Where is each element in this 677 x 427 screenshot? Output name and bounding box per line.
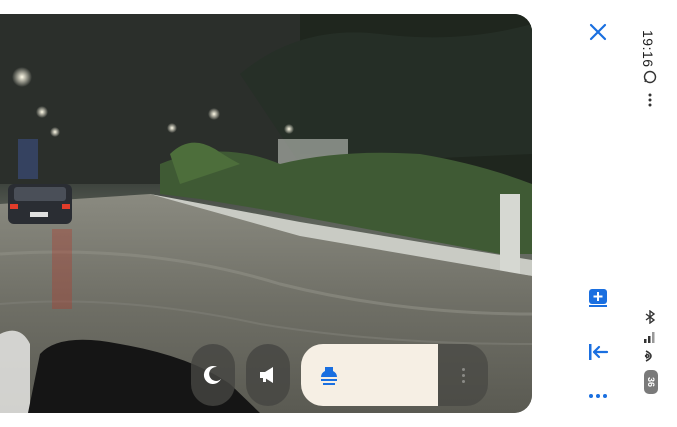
moon-icon [203,366,221,385]
drag-dots-icon [461,367,465,383]
video-player[interactable] [0,14,532,413]
add-window-icon [589,289,607,307]
more-button[interactable] [584,382,612,410]
close-button[interactable] [584,18,612,46]
battery-indicator: 36 [644,370,658,394]
add-window-button[interactable] [584,284,612,312]
night-mode-button[interactable] [191,344,235,406]
more-vertical-icon [648,93,652,107]
whatsapp-icon [643,70,657,84]
battery-level: 36 [645,376,656,388]
mini-panel[interactable] [301,344,438,406]
status-time: 19:16 [640,30,656,68]
mini-panel-handle[interactable] [438,344,488,406]
signal-icon [644,332,655,343]
close-icon [589,23,607,41]
status-bar: 19:16 36 [639,24,665,404]
arrow-left-bar-icon [589,344,609,360]
announce-button[interactable] [246,344,290,406]
bluetooth-icon [645,310,656,324]
more-icon [589,394,607,398]
collapse-button[interactable] [584,338,612,366]
speaker-bell-icon [321,367,337,385]
megaphone-icon [260,367,273,383]
wifi-icon [644,350,652,362]
